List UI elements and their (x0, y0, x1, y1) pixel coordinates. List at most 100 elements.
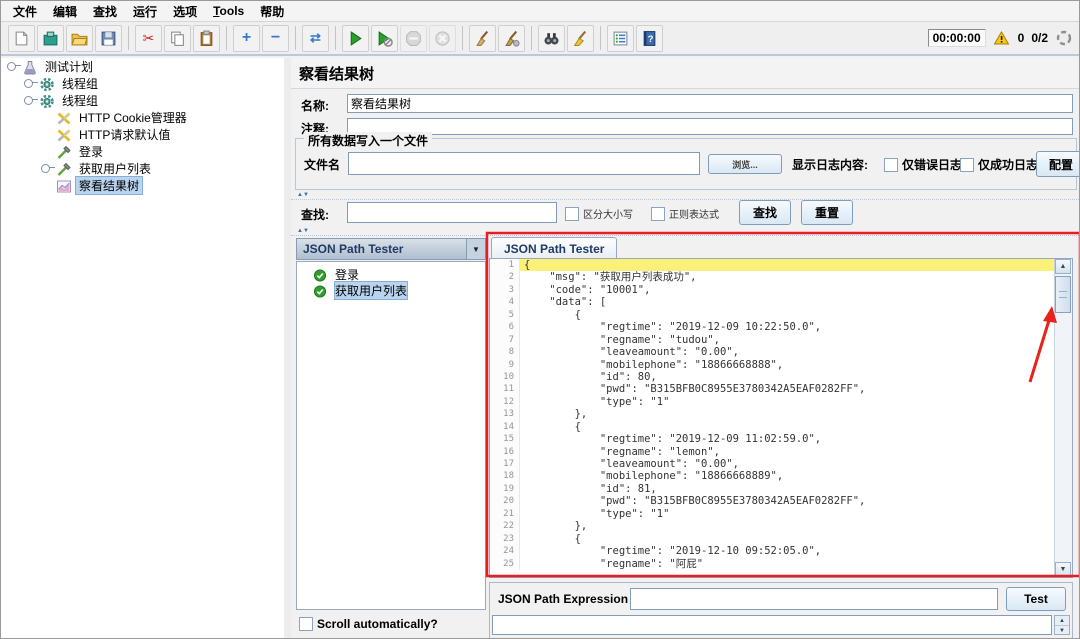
renderer-select[interactable]: JSON Path Tester ▼ (296, 238, 486, 260)
start-no-pauses-button[interactable] (371, 25, 398, 52)
case-sensitive-checkbox[interactable]: 区分大小写 (565, 206, 633, 221)
expander-knob[interactable] (24, 96, 33, 105)
comment-input[interactable] (347, 118, 1073, 135)
menu-1[interactable]: 文件 (5, 1, 45, 22)
test-button[interactable]: Test (1006, 587, 1066, 611)
expander-knob[interactable] (41, 164, 50, 173)
help-icon: ? (641, 29, 659, 47)
menu-3[interactable]: 查找 (85, 1, 125, 22)
tree-item-label: HTTP请求默认值 (76, 126, 173, 143)
menu-6[interactable]: Tools (205, 2, 252, 20)
result-sample-2[interactable]: 获取用户列表 (313, 282, 485, 298)
errors-only-checkbox[interactable]: 仅错误日志 (884, 156, 962, 173)
tree-item-5[interactable]: HTTP请求默认值 (1, 126, 284, 143)
json-response-viewer[interactable]: 1{2 "msg": "获取用户列表成功",3 "code": "10001",… (489, 258, 1073, 578)
success-only-checkbox[interactable]: 仅成功日志 (960, 156, 1038, 173)
scrollbar-thumb[interactable] (1055, 276, 1071, 313)
toolbar-separator (226, 26, 227, 50)
expression-input[interactable] (630, 588, 998, 610)
toggle-button[interactable]: ⇄ (302, 25, 329, 52)
json-line-8: 8 "leaveamount": "0.00", (490, 346, 1055, 358)
find-button[interactable]: 查找 (739, 200, 791, 225)
result-sample-1[interactable]: 登录 (313, 266, 485, 282)
line-number: 9 (490, 359, 520, 371)
line-text: "code": "10001", (520, 284, 1055, 296)
search-button[interactable] (538, 25, 565, 52)
remove-button[interactable]: − (262, 25, 289, 52)
renderer-select-value: JSON Path Tester (297, 242, 466, 256)
menu-5[interactable]: 选项 (165, 1, 205, 22)
toolbar-separator (531, 26, 532, 50)
menu-7[interactable]: 帮助 (252, 1, 292, 22)
name-input[interactable] (347, 94, 1073, 113)
test-plan-tree[interactable]: 测试计划线程组线程组HTTP Cookie管理器HTTP请求默认值登录获取用户列… (1, 58, 285, 639)
save-button[interactable] (95, 25, 122, 52)
clear-search-button[interactable] (567, 25, 594, 52)
toggle-icon: ⇄ (307, 29, 325, 47)
copy-button[interactable] (164, 25, 191, 52)
warning-count: 0 (1018, 31, 1025, 45)
spinner-up-icon[interactable]: ▲ (1055, 616, 1069, 626)
browse-button[interactable]: 浏览... (708, 154, 782, 174)
json-line-24: 24 "regtime": "2019-12-10 09:52:05.0", (490, 545, 1055, 557)
regex-checkbox[interactable]: 正则表达式 (651, 206, 719, 221)
elapsed-timer: 00:00:00 (928, 29, 986, 47)
filename-input[interactable] (348, 152, 700, 175)
tree-item-label: 线程组 (59, 92, 101, 109)
open-button[interactable] (66, 25, 93, 52)
search-input[interactable] (347, 202, 557, 223)
scroll-down-button[interactable]: ▼ (1055, 562, 1071, 577)
json-line-11: 11 "pwd": "B315BFB0C8955E3780342A5EAF028… (490, 383, 1055, 395)
cut-button[interactable]: ✂ (135, 25, 162, 52)
tree-item-7[interactable]: 获取用户列表 (1, 160, 284, 177)
stop-button[interactable] (400, 25, 427, 52)
case-sensitive-label: 区分大小写 (583, 206, 633, 221)
autoscroll-checkbox[interactable]: Scroll automatically? (299, 617, 438, 631)
start-button[interactable] (342, 25, 369, 52)
expander-knob[interactable] (7, 62, 16, 71)
tree-item-label: 察看结果树 (76, 177, 142, 194)
tree-item-3[interactable]: 线程组 (1, 92, 284, 109)
tree-item-2[interactable]: 线程组 (1, 75, 284, 92)
clear-button[interactable] (469, 25, 496, 52)
line-text: { (520, 259, 1055, 271)
start-no-pauses-icon (376, 29, 394, 47)
menu-4[interactable]: 运行 (125, 1, 165, 22)
checkbox-box (565, 207, 579, 221)
tree-item-8[interactable]: 察看结果树 (1, 177, 284, 194)
warning-icon[interactable] (993, 29, 1011, 47)
help-button[interactable]: ? (636, 25, 663, 52)
configure-button[interactable]: 配置 (1036, 151, 1080, 177)
expander-knob[interactable] (24, 79, 33, 88)
json-text: 1{2 "msg": "获取用户列表成功",3 "code": "10001",… (490, 259, 1055, 577)
menu-2[interactable]: 编辑 (45, 1, 85, 22)
reset-button[interactable]: 重置 (801, 200, 853, 225)
vertical-scrollbar[interactable]: ▲ ▼ (1054, 259, 1072, 577)
collapse-divider[interactable]: ▲▼ (291, 228, 1080, 236)
new-button[interactable] (8, 25, 35, 52)
paste-icon (198, 29, 216, 47)
toolbar-separator (335, 26, 336, 50)
spinner-down-icon[interactable]: ▼ (1055, 626, 1069, 635)
line-number: 17 (490, 458, 520, 470)
function-helper-button[interactable] (607, 25, 634, 52)
autoscroll-label: Scroll automatically? (317, 617, 438, 631)
collapse-divider[interactable]: ▲▼ (291, 192, 1080, 200)
line-text: { (520, 309, 1055, 321)
json-line-6: 6 "regtime": "2019-12-09 10:22:50.0", (490, 321, 1055, 333)
expression-result-field[interactable] (492, 615, 1052, 635)
templates-button[interactable] (37, 25, 64, 52)
results-sample-tree[interactable]: 登录获取用户列表 (296, 261, 486, 610)
expression-label: JSON Path Expression (498, 592, 628, 606)
tree-item-6[interactable]: 登录 (1, 143, 284, 160)
sampler-icon (56, 144, 72, 160)
scroll-up-button[interactable]: ▲ (1055, 259, 1071, 274)
result-spinner[interactable]: ▲▼ (1054, 615, 1070, 635)
tree-item-4[interactable]: HTTP Cookie管理器 (1, 109, 284, 126)
add-button[interactable]: + (233, 25, 260, 52)
tree-item-1[interactable]: 测试计划 (1, 58, 284, 75)
clear-all-button[interactable] (498, 25, 525, 52)
shutdown-button[interactable] (429, 25, 456, 52)
paste-button[interactable] (193, 25, 220, 52)
tab-json-path-tester[interactable]: JSON Path Tester (491, 237, 617, 260)
